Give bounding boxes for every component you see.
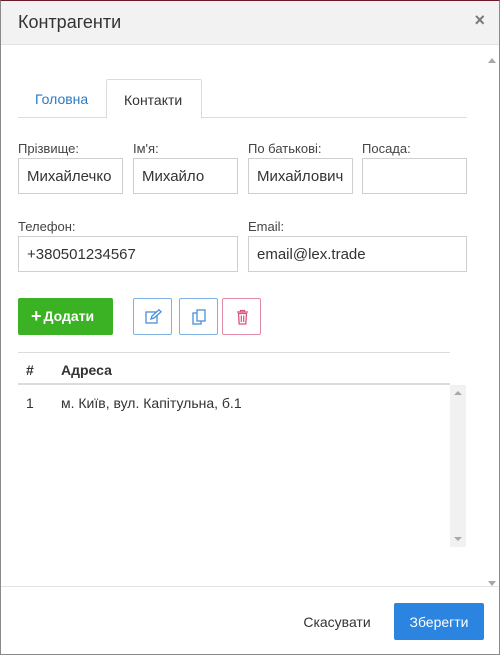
surname-field[interactable]	[18, 158, 123, 194]
position-label: Посада:	[362, 141, 411, 156]
table-row[interactable]: 1 м. Київ, вул. Капітульна, б.1	[18, 385, 450, 415]
tab-contacts[interactable]: Контакти	[106, 79, 202, 119]
contractors-dialog: Контрагенти × Головна Контакти Прізвище:…	[0, 0, 500, 655]
dialog-body: Головна Контакти Прізвище: Ім'я: По бать…	[1, 46, 499, 586]
row-number: 1	[26, 395, 34, 411]
tab-bar: Головна Контакти	[18, 79, 467, 119]
close-icon[interactable]: ×	[474, 11, 485, 29]
tab-main[interactable]: Головна	[18, 79, 105, 118]
scroll-down-icon[interactable]	[454, 537, 462, 541]
email-field[interactable]	[248, 236, 467, 272]
dialog-header: Контрагенти ×	[1, 1, 499, 45]
copy-icon	[192, 309, 206, 325]
delete-button[interactable]	[222, 298, 261, 335]
address-table: # Адреса 1 м. Київ, вул. Капітульна, б.1	[18, 352, 466, 547]
table-scrollbar[interactable]	[450, 385, 466, 547]
scroll-up-icon[interactable]	[454, 391, 462, 395]
dialog-title: Контрагенти	[18, 12, 122, 32]
dialog-footer: Скасувати Зберегти	[1, 586, 499, 654]
scroll-up-icon[interactable]	[488, 58, 496, 63]
plus-icon: +	[31, 306, 42, 326]
row-address: м. Київ, вул. Капітульна, б.1	[61, 395, 242, 411]
column-header-number: #	[26, 362, 34, 378]
cancel-button[interactable]: Скасувати	[287, 604, 387, 640]
add-button-label: Додати	[43, 308, 95, 324]
email-label: Email:	[248, 219, 285, 234]
save-button[interactable]: Зберегти	[394, 603, 484, 640]
name-label: Ім'я:	[133, 141, 159, 156]
trash-icon	[237, 309, 248, 325]
name-field[interactable]	[133, 158, 238, 194]
dialog-scrollbar[interactable]	[488, 58, 496, 586]
pencil-icon	[145, 309, 162, 324]
column-header-address: Адреса	[61, 362, 112, 378]
copy-button[interactable]	[179, 298, 218, 335]
position-field[interactable]	[362, 158, 467, 194]
table-header: # Адреса	[18, 352, 450, 385]
patronymic-label: По батькові:	[248, 141, 322, 156]
phone-field[interactable]	[18, 236, 238, 272]
phone-label: Телефон:	[18, 219, 76, 234]
add-button[interactable]: + Додати	[18, 298, 113, 335]
table-body: 1 м. Київ, вул. Капітульна, б.1	[18, 385, 466, 547]
surname-label: Прізвище:	[18, 141, 79, 156]
edit-button[interactable]	[133, 298, 172, 335]
patronymic-field[interactable]	[248, 158, 353, 194]
